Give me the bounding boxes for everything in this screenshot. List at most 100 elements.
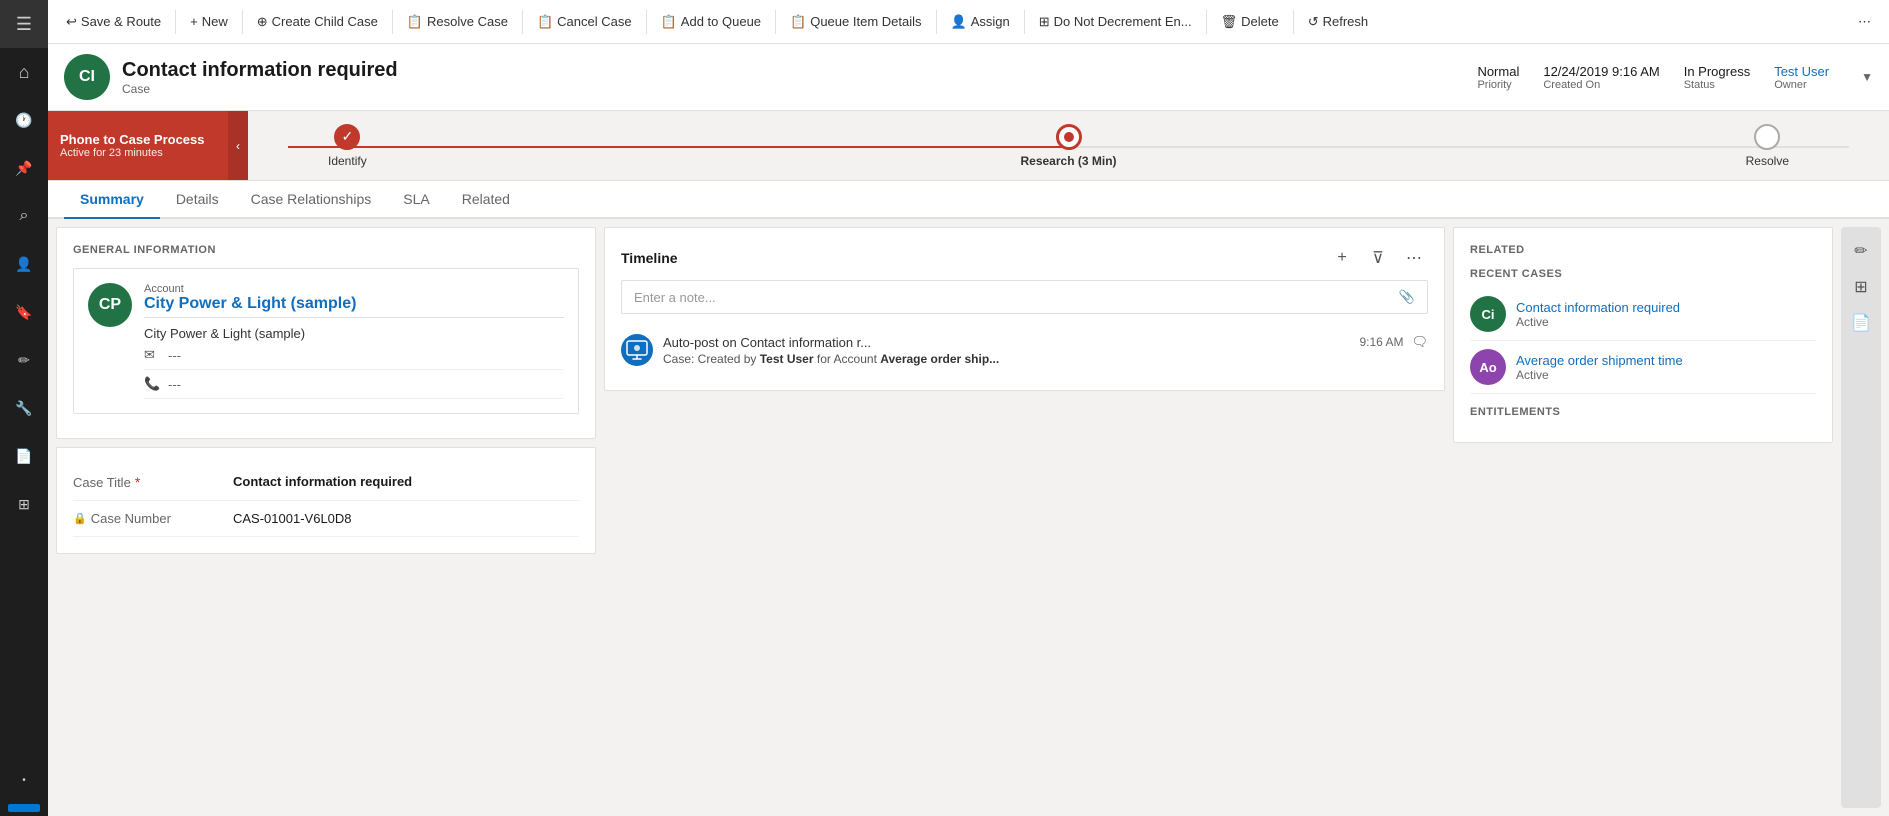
- case-name-0[interactable]: Contact information required: [1516, 300, 1680, 315]
- related-card: RELATED RECENT CASES Ci Contact informat…: [1453, 227, 1833, 443]
- timeline-note-placeholder: Enter a note...: [634, 290, 1399, 305]
- side-tool-doc[interactable]: 📄: [1845, 307, 1877, 339]
- tab-case-relationships[interactable]: Case Relationships: [235, 181, 388, 219]
- stage-research[interactable]: Research (3 Min): [1020, 124, 1116, 168]
- timeline-entry-0: Auto-post on Contact information r... 9:…: [621, 326, 1428, 374]
- more-commands-button[interactable]: ⋯: [1848, 6, 1881, 38]
- tab-sla[interactable]: SLA: [387, 181, 445, 219]
- email-icon: ✉: [144, 347, 160, 363]
- separator-4: [522, 10, 523, 34]
- refresh-button[interactable]: ↺ Refresh: [1298, 6, 1378, 38]
- case-title-value[interactable]: Contact information required: [233, 474, 579, 489]
- case-status-1: Active: [1516, 368, 1683, 382]
- phone-value: ---: [168, 377, 181, 392]
- create-child-icon: ⊕: [257, 14, 268, 30]
- case-number-value: CAS-01001-V6L0D8: [233, 511, 579, 526]
- record-title-area: Contact information required Case: [122, 59, 1465, 96]
- add-queue-button[interactable]: 📋 Add to Queue: [651, 6, 771, 38]
- timeline-header: Timeline + ⊽ ⋯: [621, 244, 1428, 272]
- assign-button[interactable]: 👤 Assign: [941, 6, 1020, 38]
- tab-summary[interactable]: Summary: [64, 181, 160, 219]
- person-icon[interactable]: 👤: [0, 240, 48, 288]
- side-tools-panel: ✏ ⊞ 📄: [1841, 227, 1881, 808]
- do-not-decrement-icon: ⊞: [1039, 14, 1050, 30]
- entry-action-0[interactable]: 🗨: [1411, 334, 1428, 350]
- process-collapse-icon[interactable]: ‹: [228, 111, 248, 180]
- account-info: Account City Power & Light (sample) City…: [144, 283, 564, 399]
- entry-time-0: 9:16 AM: [1359, 335, 1403, 349]
- process-stages: ✓ Identify Research (3 Min) Resolve: [248, 111, 1889, 180]
- timeline-more-button[interactable]: ⋯: [1400, 244, 1428, 272]
- pencil-nav-icon[interactable]: ✏: [0, 336, 48, 384]
- account-label: Account: [144, 283, 564, 295]
- cancel-case-button[interactable]: 📋 Cancel Case: [527, 6, 642, 38]
- stage-research-circle: [1056, 124, 1082, 150]
- entry-title-0: Auto-post on Contact information r...: [663, 335, 1351, 350]
- header-chevron-icon[interactable]: ▼: [1861, 70, 1873, 84]
- tab-related[interactable]: Related: [446, 181, 526, 219]
- separator-6: [775, 10, 776, 34]
- case-name-1[interactable]: Average order shipment time: [1516, 353, 1683, 368]
- resolve-case-button[interactable]: 📋 Resolve Case: [397, 6, 518, 38]
- case-title-label: Case Title *: [73, 474, 233, 490]
- required-indicator: *: [135, 474, 140, 490]
- separator-9: [1206, 10, 1207, 34]
- process-filled-line: [288, 146, 1069, 148]
- created-meta: 12/24/2019 9:16 AM Created On: [1543, 64, 1659, 91]
- priority-meta: Normal Priority: [1477, 64, 1519, 91]
- tool-nav-icon[interactable]: 🔧: [0, 384, 48, 432]
- new-icon: +: [190, 14, 198, 29]
- new-button[interactable]: + New: [180, 6, 238, 38]
- save-route-icon: ↩: [66, 14, 77, 30]
- save-route-button[interactable]: ↩ Save & Route: [56, 6, 171, 38]
- delete-button[interactable]: 🗑 Delete: [1211, 6, 1289, 38]
- search-icon[interactable]: ⌕: [0, 192, 48, 240]
- home-icon[interactable]: ⌂: [0, 48, 48, 96]
- create-child-button[interactable]: ⊕ Create Child Case: [247, 6, 388, 38]
- stage-identify-circle: ✓: [334, 124, 360, 150]
- case-avatar-1: Ao: [1470, 349, 1506, 385]
- do-not-decrement-button[interactable]: ⊞ Do Not Decrement En...: [1029, 6, 1202, 38]
- process-phone-panel[interactable]: Phone to Case Process Active for 23 minu…: [48, 111, 228, 180]
- bookmark-icon[interactable]: 🔖: [0, 288, 48, 336]
- panel-left: GENERAL INFORMATION CP Account City Powe…: [56, 227, 596, 808]
- left-nav: ☰ ⌂ 🕐 📌 ⌕ 👤 🔖 ✏ 🔧 📄 ⊞ •: [0, 0, 48, 816]
- status-meta: In Progress Status: [1684, 64, 1750, 91]
- pin-icon[interactable]: 📌: [0, 144, 48, 192]
- paperclip-icon: 📎: [1399, 289, 1415, 305]
- contact-email-row: ✉ ---: [144, 341, 564, 370]
- side-tool-pencil[interactable]: ✏: [1845, 235, 1877, 267]
- separator-1: [175, 10, 176, 34]
- menu-icon[interactable]: ☰: [0, 0, 48, 48]
- refresh-icon: ↺: [1308, 14, 1319, 30]
- stage-resolve-circle: [1754, 124, 1780, 150]
- entry-content-0: Auto-post on Contact information r... 9:…: [663, 334, 1428, 366]
- timeline-filter-button[interactable]: ⊽: [1364, 244, 1392, 272]
- queue-item-icon: 📋: [790, 14, 806, 30]
- grid-nav-icon[interactable]: ⊞: [0, 480, 48, 528]
- general-info-card: GENERAL INFORMATION CP Account City Powe…: [56, 227, 596, 439]
- recent-case-0: Ci Contact information required Active: [1470, 288, 1816, 341]
- side-tool-grid[interactable]: ⊞: [1845, 271, 1877, 303]
- phone-icon: 📞: [144, 376, 160, 392]
- timeline-actions: + ⊽ ⋯: [1328, 244, 1428, 272]
- queue-item-button[interactable]: 📋 Queue Item Details: [780, 6, 931, 38]
- timeline-note-input[interactable]: Enter a note... 📎: [621, 280, 1428, 314]
- stage-resolve[interactable]: Resolve: [1746, 124, 1789, 168]
- recent-case-1: Ao Average order shipment time Active: [1470, 341, 1816, 394]
- tab-details[interactable]: Details: [160, 181, 235, 219]
- timeline-add-button[interactable]: +: [1328, 244, 1356, 272]
- separator-5: [646, 10, 647, 34]
- entitlements-heading: ENTITLEMENTS: [1470, 406, 1816, 418]
- doc-nav-icon[interactable]: 📄: [0, 432, 48, 480]
- assign-icon: 👤: [951, 14, 967, 30]
- stage-research-label: Research (3 Min): [1020, 154, 1116, 168]
- owner-meta: Test User Owner: [1774, 64, 1829, 91]
- stage-identify-label: Identify: [328, 154, 367, 168]
- stage-identify[interactable]: ✓ Identify: [328, 124, 367, 168]
- panel-right: RELATED RECENT CASES Ci Contact informat…: [1453, 227, 1833, 808]
- case-fields-card: Case Title * Contact information require…: [56, 447, 596, 554]
- account-name-link[interactable]: City Power & Light (sample): [144, 295, 564, 313]
- separator-2: [242, 10, 243, 34]
- recent-icon[interactable]: 🕐: [0, 96, 48, 144]
